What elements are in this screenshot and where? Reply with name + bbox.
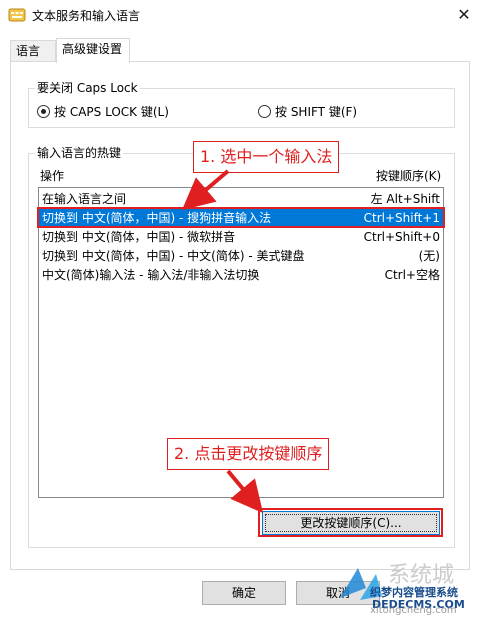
watermark-line3: xitongcheng.com [370,605,457,616]
annotation-arrows [181,169,264,514]
tab-advanced-key-settings[interactable]: 高级键设置 [56,38,130,63]
arrow-to-change-button [226,469,264,514]
arrow-to-selected-row [181,169,230,211]
